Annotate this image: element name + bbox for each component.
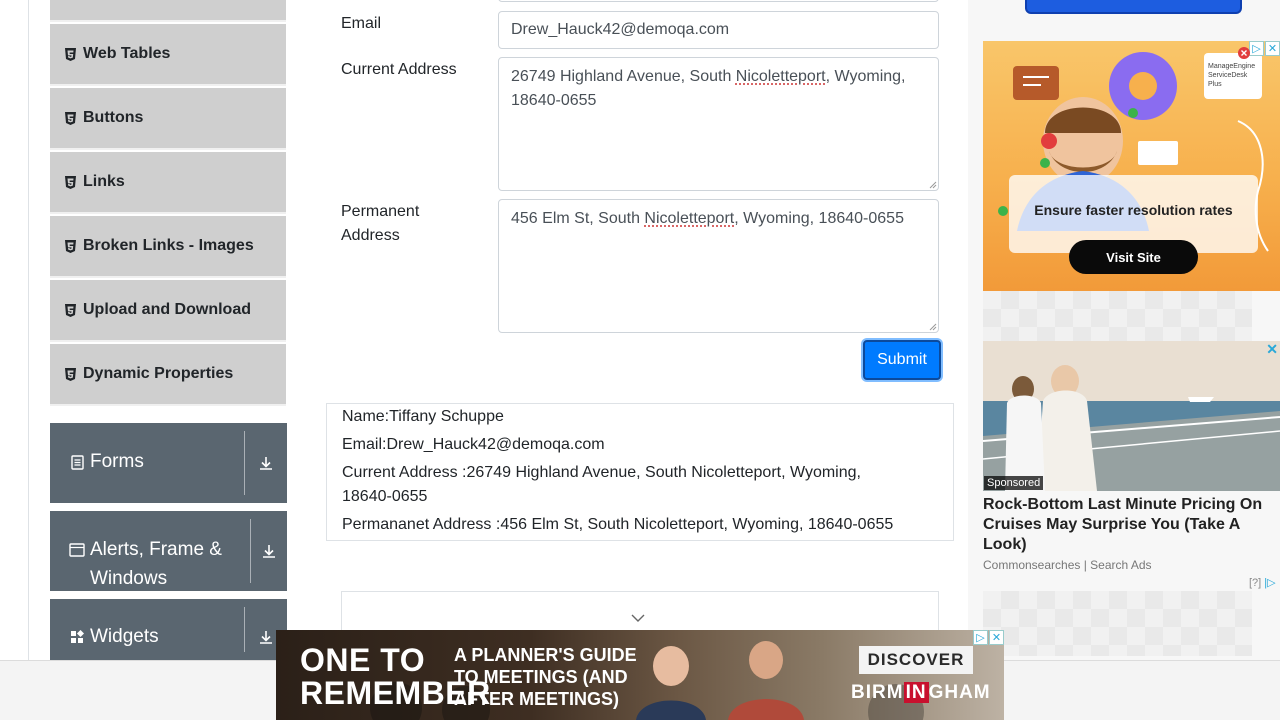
permanent-address-label: Permanent Address <box>341 203 420 244</box>
birmingham-banner-ad[interactable]: ONE TO REMEMBER A PLANNER'S GUIDE TO MEE… <box>276 630 1004 720</box>
download-icon[interactable] <box>251 511 287 591</box>
close-icon[interactable]: ✕ <box>1265 41 1280 56</box>
current-address-textarea[interactable]: 26749 Highland Avenue, South Nicolettepo… <box>498 57 939 191</box>
widgets-icon <box>67 630 87 644</box>
discover-button[interactable]: DISCOVER <box>859 646 973 674</box>
sidebar-item-label: Links <box>83 173 125 190</box>
cruise-ad-source[interactable]: Commonsearches | Search Ads <box>983 558 1152 572</box>
cruise-photo <box>983 341 1280 491</box>
banner-city-logo: BIRM IN GHAM <box>851 682 991 703</box>
group-label: Forms <box>90 451 144 472</box>
cruise-ad-image[interactable]: Sponsored ✕ <box>983 341 1280 491</box>
sidebar-item-links[interactable]: Links <box>50 152 286 214</box>
html5-icon <box>64 111 76 125</box>
ad-top-button-partial[interactable] <box>1025 0 1242 14</box>
ad-info-icon[interactable]: ▷ <box>973 630 988 645</box>
group-label: Alerts, Frame & Windows <box>90 539 222 589</box>
sidebar-item-partial[interactable] <box>50 0 286 22</box>
email-label: Email <box>341 15 382 32</box>
html5-icon <box>64 239 76 253</box>
output-current-address: Current Address :26749 Highland Avenue, … <box>342 464 861 505</box>
html5-icon <box>64 175 76 189</box>
sidebar-item-upload-download[interactable]: Upload and Download <box>50 280 286 342</box>
servicedesk-ad[interactable]: ManageEngine ServiceDesk Plus Ensure fas… <box>983 41 1280 291</box>
sidebar-item-label: Upload and Download <box>83 301 251 318</box>
ad-info-icon[interactable]: ▷ <box>1249 41 1264 56</box>
chevron-down-icon[interactable] <box>631 614 645 623</box>
sidebar-item-label: Broken Links - Images <box>83 237 254 254</box>
sponsored-label: Sponsored <box>984 476 1044 490</box>
permanent-address-textarea[interactable]: 456 Elm St, South Nicoletteport, Wyoming… <box>498 199 939 333</box>
sidebar-item-label: Dynamic Properties <box>83 365 234 382</box>
ad-choices[interactable]: ▷ ✕ <box>1249 41 1280 56</box>
full-name-field-partial[interactable] <box>498 0 939 2</box>
html5-icon <box>64 303 76 317</box>
output-email: Email:Drew_Hauck42@demoqa.com <box>342 436 605 453</box>
html5-icon <box>64 47 76 61</box>
misspelled-word: Nicoletteport <box>644 210 735 227</box>
group-label: Widgets <box>90 626 159 647</box>
resize-handle-icon[interactable] <box>929 323 937 331</box>
ad-choices[interactable]: ▷ ✕ <box>973 630 1004 645</box>
sidebar-group-forms[interactable]: Forms <box>50 423 287 503</box>
output-permanent-address: Permananet Address :456 Elm St, South Ni… <box>342 516 894 533</box>
ad-info-link[interactable]: [?] |▷ <box>1249 576 1276 589</box>
current-address-label: Current Address <box>341 61 457 78</box>
output-panel: Name:Tiffany Schuppe Email:Drew_Hauck42@… <box>326 403 954 541</box>
banner-guide-text: A PLANNER'S GUIDE TO MEETINGS (AND AFTER… <box>454 645 637 709</box>
html5-icon <box>64 367 76 381</box>
form-icon <box>67 455 87 470</box>
sidebar-item-label: Web Tables <box>83 45 171 62</box>
sidebar-item-label: Buttons <box>83 109 144 126</box>
sidebar-item-broken-links[interactable]: Broken Links - Images <box>50 216 286 278</box>
close-circle-icon[interactable] <box>1237 46 1251 60</box>
ad-brand-logo: ManageEngine ServiceDesk Plus <box>1204 53 1262 99</box>
sidebar-group-widgets[interactable]: Widgets <box>50 599 287 660</box>
download-icon[interactable] <box>245 423 287 503</box>
ad-placeholder-pattern <box>983 291 1252 341</box>
misspelled-word: Nicoletteport <box>735 68 826 85</box>
close-icon[interactable]: ✕ <box>1266 341 1278 358</box>
sidebar-item-web-tables[interactable]: Web Tables <box>50 24 286 86</box>
output-name: Name:Tiffany Schuppe <box>342 408 504 425</box>
cruise-ad-title[interactable]: Rock-Bottom Last Minute Pricing On Cruis… <box>983 495 1273 555</box>
close-icon[interactable]: ✕ <box>989 630 1004 645</box>
sidebar-item-dynamic-properties[interactable]: Dynamic Properties <box>50 344 286 406</box>
visit-site-button[interactable]: Visit Site <box>1069 240 1198 274</box>
sidebar-item-buttons[interactable]: Buttons <box>50 88 286 150</box>
sidebar-group-alerts[interactable]: Alerts, Frame & Windows <box>50 511 287 591</box>
email-field[interactable]: Drew_Hauck42@demoqa.com <box>498 11 939 49</box>
window-icon <box>67 543 87 557</box>
ad-choices-icon: |▷ <box>1264 577 1276 589</box>
resize-handle-icon[interactable] <box>929 181 937 189</box>
submit-button[interactable]: Submit <box>863 340 941 380</box>
page-gutter-line <box>28 0 29 660</box>
ad-placeholder-pattern <box>983 591 1252 656</box>
